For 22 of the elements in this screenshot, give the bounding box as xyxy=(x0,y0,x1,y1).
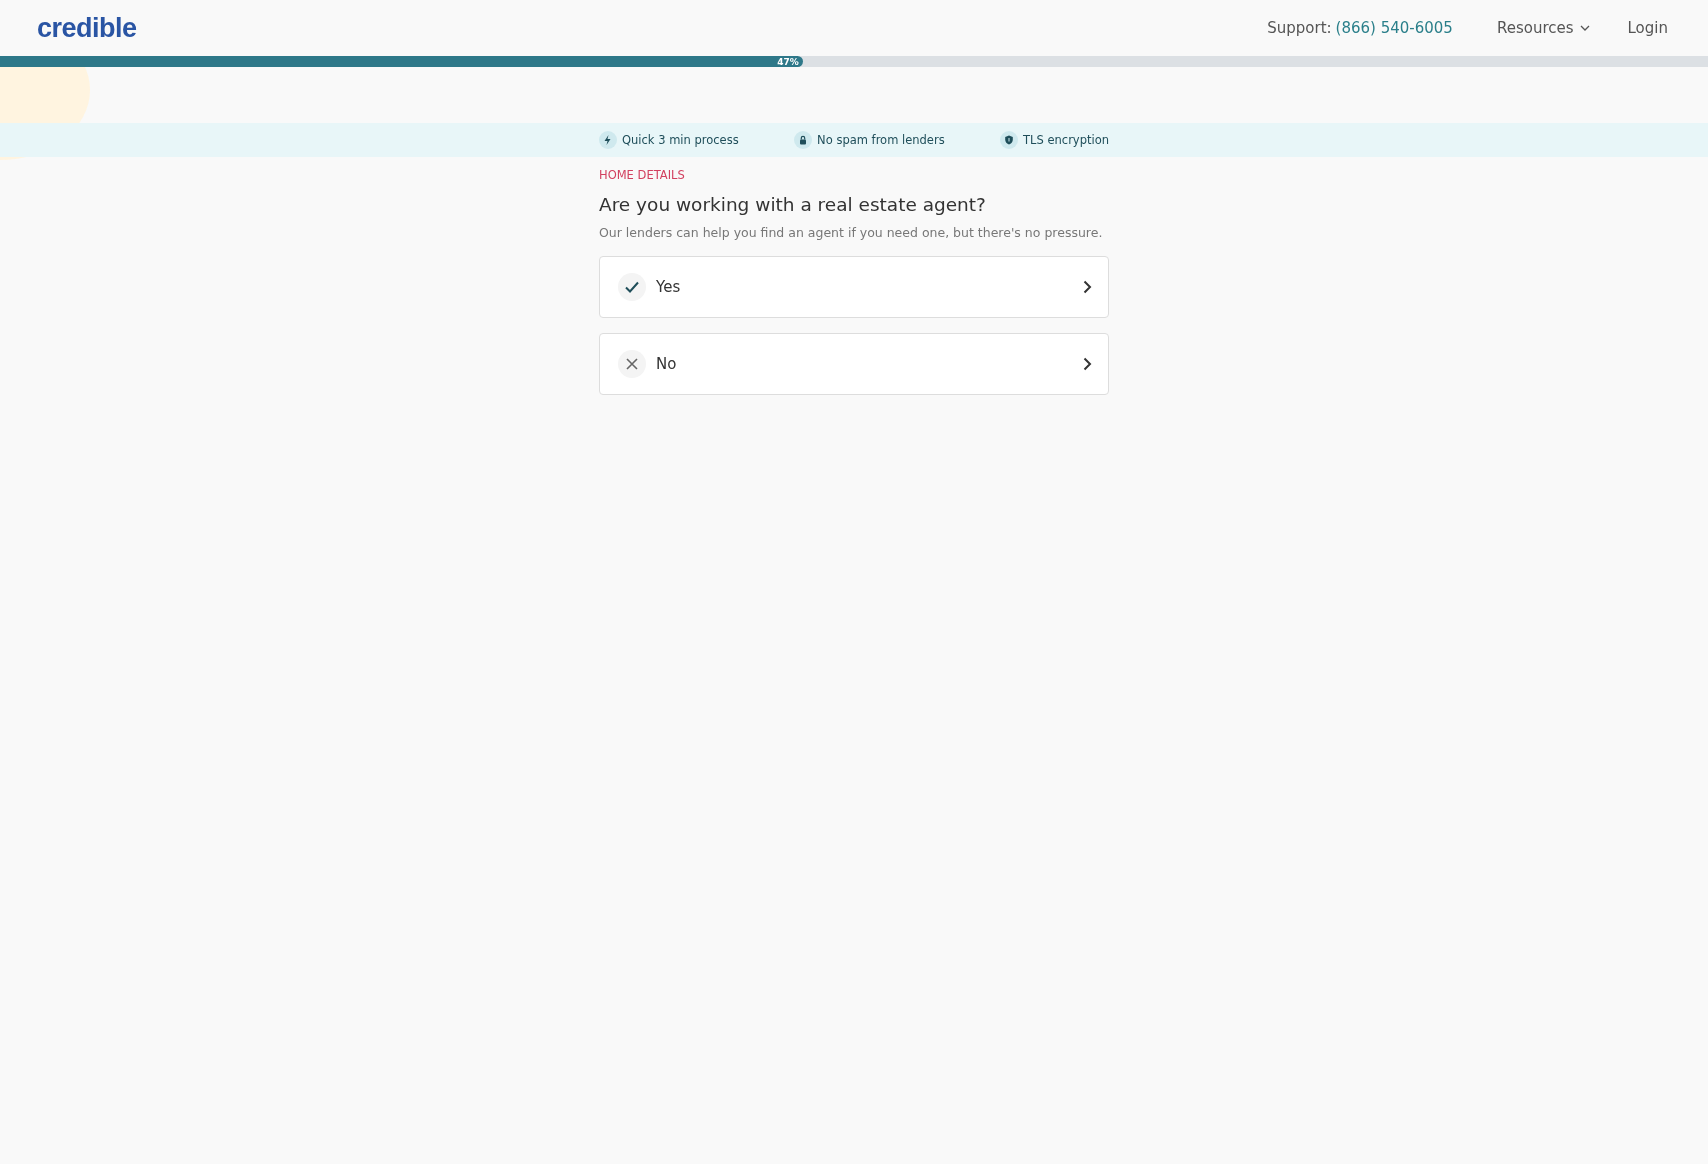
shield-badge-icon xyxy=(1000,131,1019,149)
close-icon xyxy=(618,350,646,378)
hint-text: Our lenders can help you find an agent if you need one, but there's no pressure. xyxy=(599,225,1104,240)
feature-label: TLS encryption xyxy=(1023,133,1109,147)
chevron-down-icon xyxy=(1579,25,1590,31)
progress-percent: 47% xyxy=(777,56,799,67)
feature-label: Quick 3 min process xyxy=(622,133,739,147)
support-phone-link[interactable]: (866) 540-6005 xyxy=(1335,19,1453,37)
resources-menu[interactable]: Resources xyxy=(1496,19,1590,37)
lock-badge-icon xyxy=(794,131,813,149)
answer-option[interactable]: Yes xyxy=(599,256,1109,318)
logo[interactable]: credible xyxy=(37,12,137,44)
question-heading: Are you working with a real estate agent? xyxy=(599,194,987,215)
chevron-right-icon xyxy=(1083,357,1092,371)
section-label: HOME DETAILS xyxy=(599,168,686,182)
answer-option[interactable]: No xyxy=(599,333,1109,395)
feature-label: No spam from lenders xyxy=(817,133,945,147)
bolt-badge-icon xyxy=(599,131,617,149)
login-link[interactable]: Login xyxy=(1627,19,1668,37)
checkmark-icon xyxy=(618,273,646,301)
chevron-right-icon xyxy=(1083,280,1092,294)
support-label: Support: xyxy=(1267,19,1332,37)
